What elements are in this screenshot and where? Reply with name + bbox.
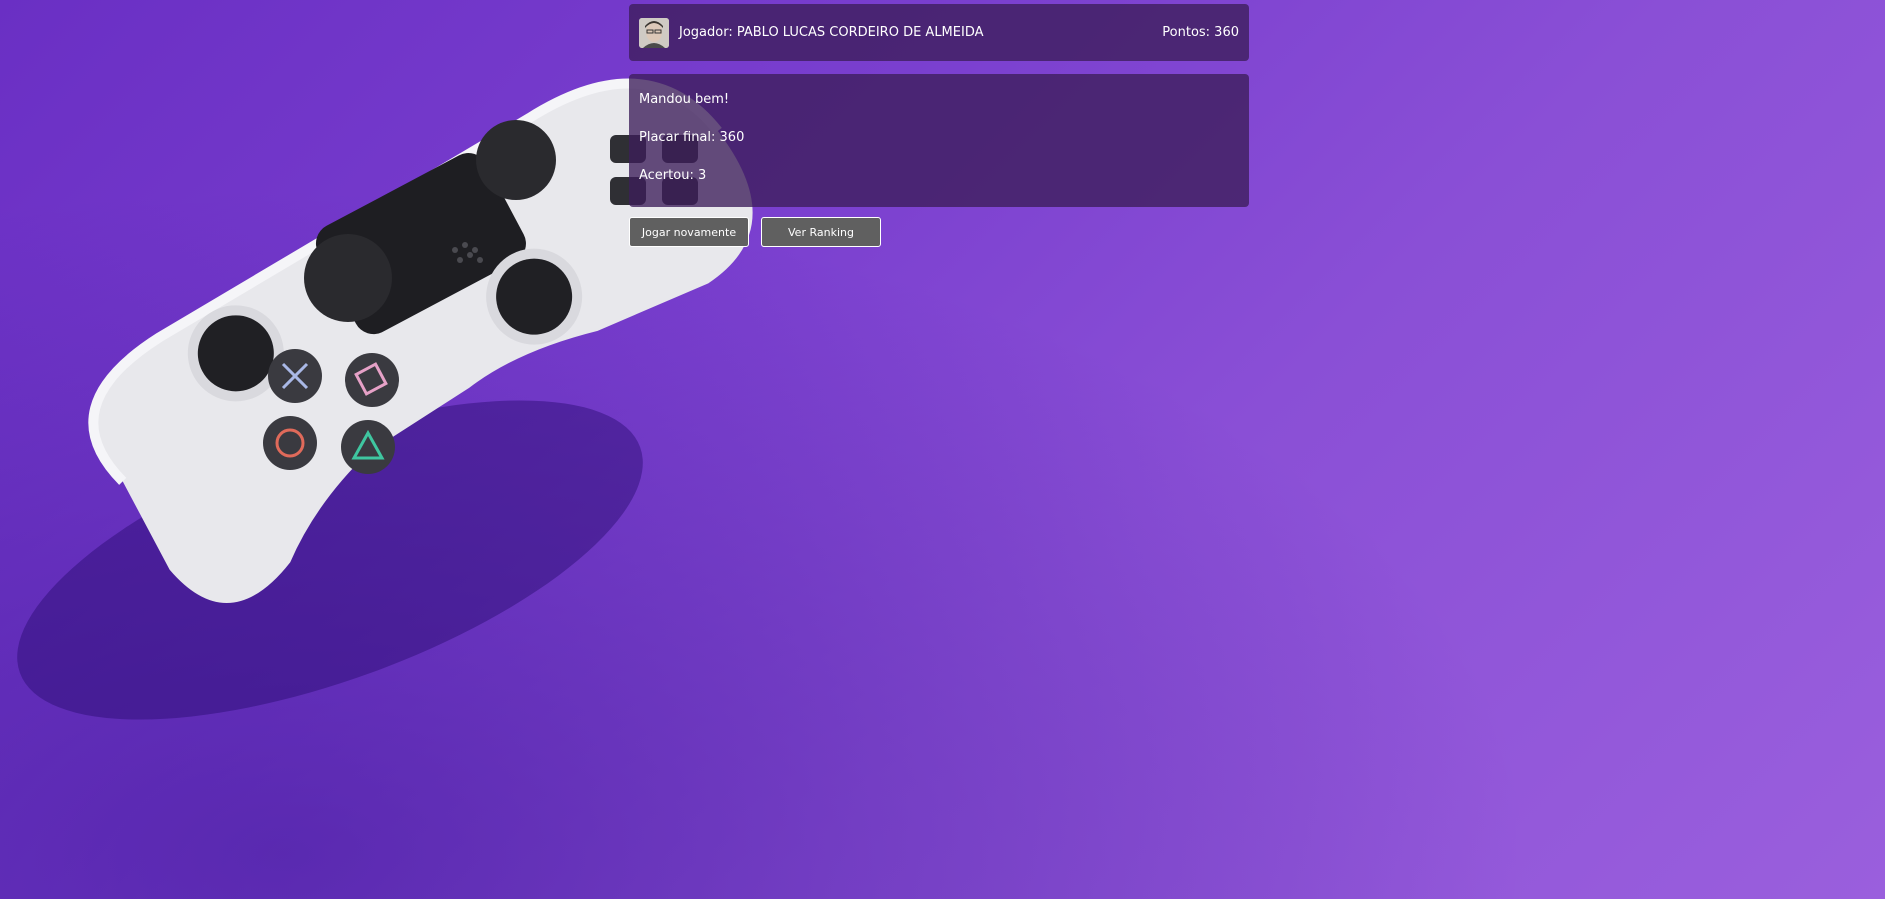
view-ranking-button[interactable]: Ver Ranking [761,217,881,247]
action-buttons: Jogar novamente Ver Ranking [629,217,1249,247]
result-message: Mandou bem! [639,92,730,107]
final-score: Placar final: 360 [639,130,745,145]
quiz-result-panel: Jogador: PABLO LUCAS CORDEIRO DE ALMEIDA… [629,4,1249,247]
play-again-button[interactable]: Jogar novamente [629,217,749,247]
player-header: Jogador: PABLO LUCAS CORDEIRO DE ALMEIDA… [629,4,1249,61]
result-box: Mandou bem! Placar final: 360 Acertou: 3 [629,74,1249,207]
player-name: Jogador: PABLO LUCAS CORDEIRO DE ALMEIDA [679,25,984,40]
hits-count: Acertou: 3 [639,168,707,183]
player-avatar [639,17,669,48]
avatar-face-icon [639,17,669,48]
player-score: Pontos: 360 [1162,25,1239,40]
